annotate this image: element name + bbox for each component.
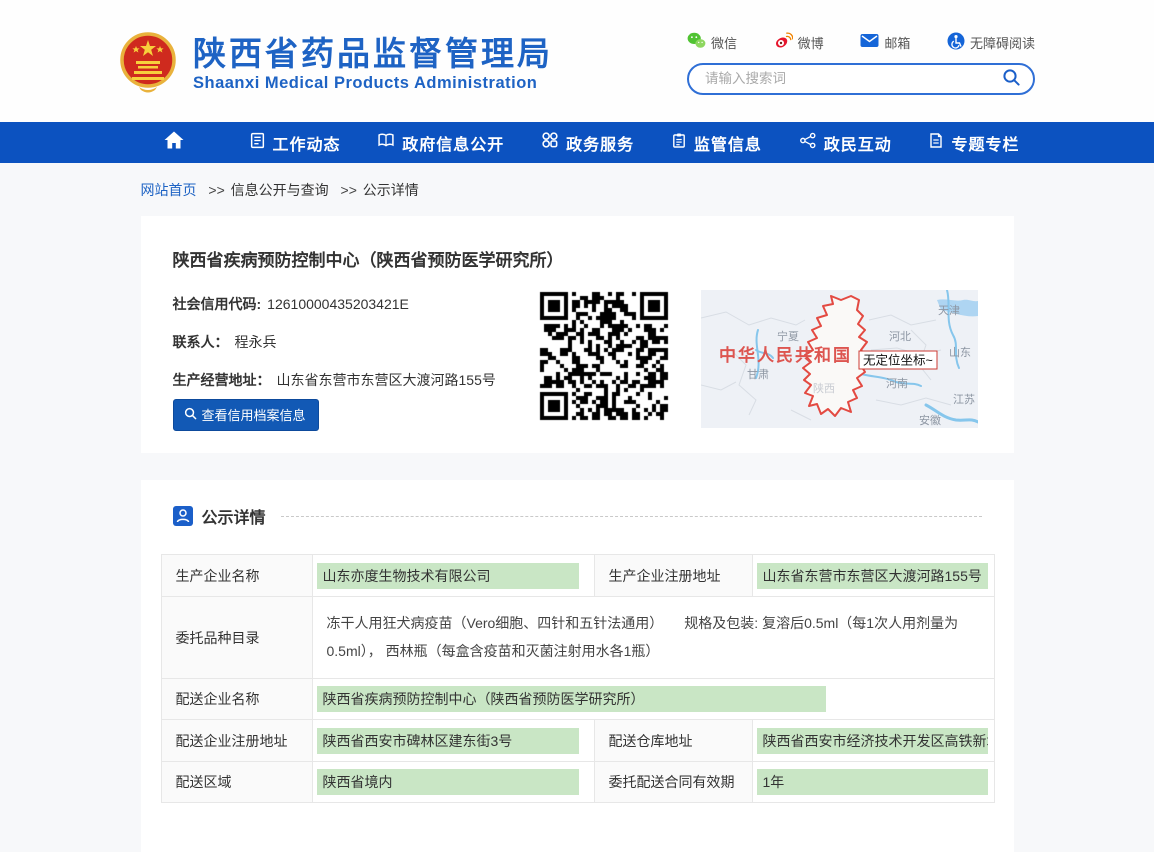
weibo-link[interactable]: 微博 xyxy=(774,32,824,52)
cell-label: 委托品种目录 xyxy=(161,597,312,679)
cell-value: 陕西省西安市碑林区建东街3号 xyxy=(312,720,594,762)
breadcrumb-separator: >> xyxy=(341,182,357,198)
cell-label: 配送仓库地址 xyxy=(594,720,752,762)
cell-label: 委托配送合同有效期 xyxy=(594,762,752,803)
table-row: 配送企业注册地址 陕西省西安市碑林区建东街3号 配送仓库地址 陕西省西安市经济技… xyxy=(161,720,994,762)
nav-item-services[interactable]: 政务服务 xyxy=(541,131,634,155)
svg-text:无定位坐标~: 无定位坐标~ xyxy=(863,353,933,368)
doc-lines-icon xyxy=(249,132,266,154)
wechat-icon xyxy=(687,32,706,52)
map-region-label: 河北 xyxy=(889,330,911,343)
search-button[interactable] xyxy=(1002,68,1021,90)
table-row: 委托品种目录 冻干人用狂犬病疫苗（Vero细胞、四针和五针法通用） 规格及包装:… xyxy=(161,597,994,679)
detail-card: 公示详情 生产企业名称 山东亦度生物技术有限公司 生产企业注册地址 山东省东营市… xyxy=(141,480,1014,852)
search-icon xyxy=(184,407,197,423)
cell-label: 配送企业注册地址 xyxy=(161,720,312,762)
nav-item-special-topics[interactable]: 专题专栏 xyxy=(928,131,1019,155)
open-book-icon xyxy=(377,132,395,154)
search-input[interactable] xyxy=(705,71,1002,86)
site-title: 陕西省药品监督管理局 xyxy=(193,35,553,73)
map-region-label: 河南 xyxy=(886,377,908,390)
field-contact: 联系人：程永兵 xyxy=(173,332,277,352)
cell-label: 配送区域 xyxy=(161,762,312,803)
nav-item-gov-info[interactable]: 政府信息公开 xyxy=(377,131,504,155)
table-row: 生产企业名称 山东亦度生物技术有限公司 生产企业注册地址 山东省东营市东营区大渡… xyxy=(161,555,994,597)
nav-item-interaction[interactable]: 政民互动 xyxy=(799,131,892,155)
accessibility-icon xyxy=(947,32,965,53)
map-region-label: 江苏 xyxy=(953,393,975,406)
accessibility-link[interactable]: 无障碍阅读 xyxy=(947,32,1035,53)
wechat-link[interactable]: 微信 xyxy=(687,32,737,52)
section-divider xyxy=(281,516,982,517)
map-no-location-tooltip: 无定位坐标~ xyxy=(859,351,937,369)
main-nav: 工作动态 政府信息公开 政务服务 监管信息 xyxy=(0,122,1154,163)
nav-home-button[interactable] xyxy=(163,130,185,155)
cell-value: 山东省东营市东营区大渡河路155号 xyxy=(752,555,994,597)
breadcrumb-item-detail: 公示详情 xyxy=(363,182,419,198)
field-credit-code: 社会信用代码:12610000435203421E xyxy=(173,294,409,314)
field-address: 生产经营地址：山东省东营市东营区大渡河路155号 xyxy=(173,370,496,390)
location-map[interactable]: 中华人民共和国 宁夏 甘肃 陕西 河北 天津 山东 河南 江苏 安徽 xyxy=(701,290,978,428)
view-credit-file-button[interactable]: 查看信用档案信息 xyxy=(173,399,319,431)
breadcrumb-home-link[interactable]: 网站首页 xyxy=(141,182,197,198)
map-region-label: 天津 xyxy=(938,304,960,317)
cell-value: 山东亦度生物技术有限公司 xyxy=(312,555,594,597)
qr-code xyxy=(536,288,672,424)
entity-title: 陕西省疾病预防控制中心（陕西省预防医学研究所） xyxy=(173,246,564,271)
clipboard-icon xyxy=(671,132,687,154)
search-icon xyxy=(1002,68,1021,90)
cell-value: 陕西省境内 xyxy=(312,762,594,803)
cell-value: 1年 xyxy=(752,762,994,803)
detail-section-icon xyxy=(173,506,193,526)
map-region-label: 陕西 xyxy=(813,381,835,395)
detail-table: 生产企业名称 山东亦度生物技术有限公司 生产企业注册地址 山东省东营市东营区大渡… xyxy=(161,554,995,803)
search-bar xyxy=(687,63,1035,95)
cell-label: 生产企业注册地址 xyxy=(594,555,752,597)
entity-summary-card: 陕西省疾病预防控制中心（陕西省预防医学研究所） 社会信用代码:126100004… xyxy=(141,216,1014,453)
cell-label: 生产企业名称 xyxy=(161,555,312,597)
map-region-label: 宁夏 xyxy=(777,329,799,343)
section-header: 公示详情 xyxy=(173,504,982,528)
breadcrumb-separator: >> xyxy=(208,182,224,198)
site-brand[interactable]: 陕西省药品监督管理局 Shaanxi Medical Products Admi… xyxy=(119,25,553,98)
cell-label: 配送企业名称 xyxy=(161,679,312,720)
site-header: 陕西省药品监督管理局 Shaanxi Medical Products Admi… xyxy=(0,0,1154,122)
map-region-label: 甘肃 xyxy=(747,368,769,381)
map-region-label: 安徽 xyxy=(919,413,941,427)
section-title: 公示详情 xyxy=(202,504,266,528)
cell-value: 陕西省西安市经济技术开发区高铁新城 xyxy=(752,720,994,762)
journal-icon xyxy=(928,132,944,154)
cell-value: 冻干人用狂犬病疫苗（Vero细胞、四针和五针法通用） 规格及包装: 复溶后0.5… xyxy=(312,597,994,679)
nav-item-supervision[interactable]: 监管信息 xyxy=(671,131,762,155)
breadcrumb-item-info-query: 信息公开与查询 xyxy=(231,182,329,198)
table-row: 配送企业名称 陕西省疾病预防控制中心（陕西省预防医学研究所） xyxy=(161,679,994,720)
cell-value: 陕西省疾病预防控制中心（陕西省预防医学研究所） xyxy=(312,679,994,720)
header-quick-links: 微信 微博 xyxy=(687,32,1035,53)
national-emblem-logo xyxy=(119,31,177,98)
map-region-label: 山东 xyxy=(949,346,971,359)
site-subtitle: Shaanxi Medical Products Administration xyxy=(193,74,553,93)
breadcrumb: 网站首页 >> 信息公开与查询 >> 公示详情 xyxy=(141,163,1014,216)
weibo-icon xyxy=(774,32,793,52)
home-icon xyxy=(163,130,185,155)
grid-circles-icon xyxy=(541,131,559,154)
mail-link[interactable]: 邮箱 xyxy=(860,33,910,52)
nav-item-work-news[interactable]: 工作动态 xyxy=(249,131,341,155)
table-row: 配送区域 陕西省境内 委托配送合同有效期 1年 xyxy=(161,762,994,803)
map-country-label: 中华人民共和国 xyxy=(719,345,852,365)
mail-icon xyxy=(860,33,879,51)
share-nodes-icon xyxy=(799,132,817,154)
